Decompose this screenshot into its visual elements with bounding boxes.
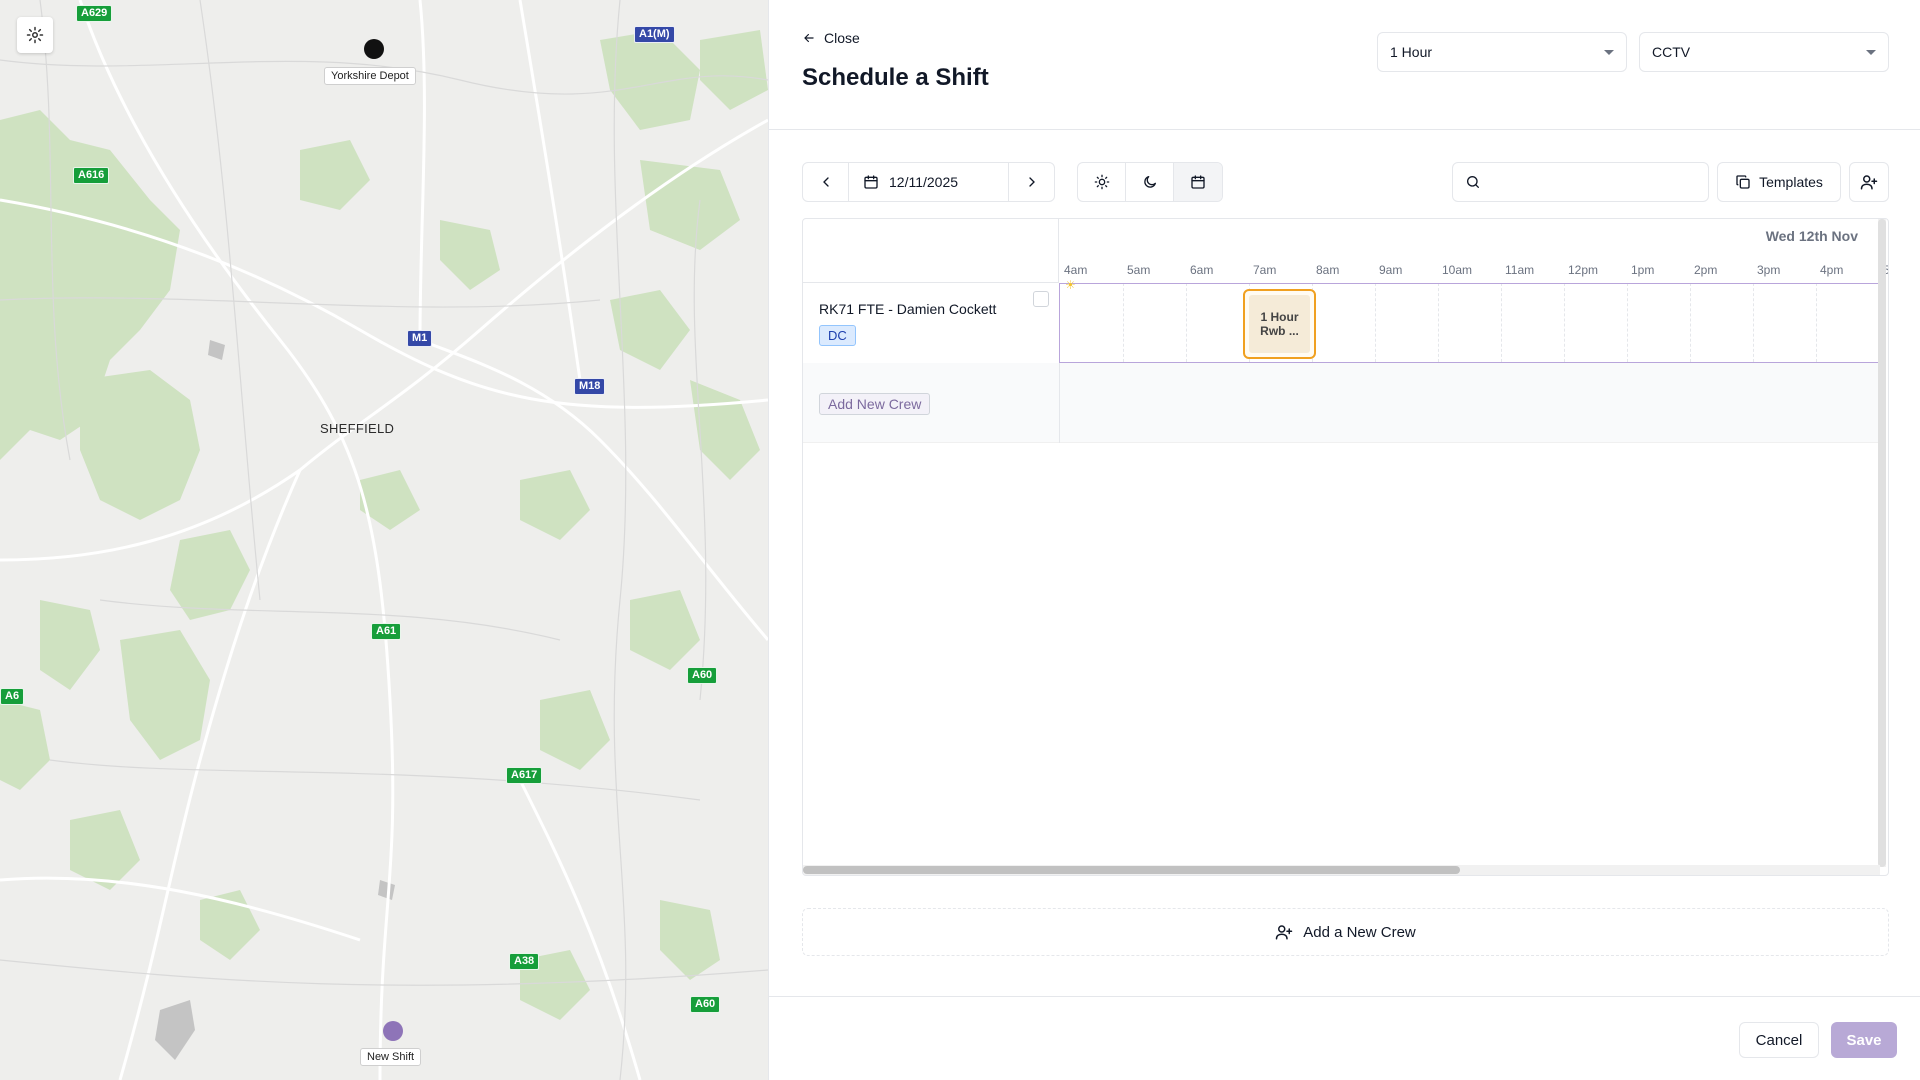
vertical-scrollbar[interactable] — [1878, 219, 1886, 867]
city-label-sheffield: SHEFFIELD — [320, 421, 395, 436]
date-value: 12/11/2025 — [889, 174, 959, 190]
crew-select-checkbox[interactable] — [1033, 291, 1049, 307]
user-plus-icon — [1860, 175, 1878, 190]
depot-marker[interactable] — [364, 39, 384, 59]
add-new-crew-button[interactable]: Add a New Crew — [802, 908, 1889, 956]
view-mode-toggle — [1077, 162, 1223, 202]
add-new-crew-label: Add a New Crew — [1303, 923, 1416, 941]
crew-name: RK71 FTE - Damien Cockett — [819, 301, 997, 317]
shift-name-label: Rwb ... — [1260, 324, 1299, 338]
timeline-hour-label: 6am — [1190, 263, 1214, 277]
timeline-hour-label: 8am — [1316, 263, 1340, 277]
calendar-icon — [1191, 175, 1205, 189]
date-navigator: 12/11/2025 — [802, 162, 1055, 202]
shift-timeline[interactable]: Wed 12th Nov 4am 5am 6am 7am 8am 9am 10am 11am 1… — [802, 218, 1889, 876]
timeline-hour-label: 3pm — [1757, 263, 1781, 277]
moon-icon — [1143, 176, 1156, 188]
timeline-hour-label: 4pm — [1820, 263, 1844, 277]
chevron-down-icon — [1604, 50, 1614, 55]
map[interactable]: A629 A1(M) A616 M1 M18 A61 A60 A6 A617 A… — [0, 0, 768, 1080]
crew-row-track[interactable] — [1059, 283, 1880, 363]
shift-duration-label: 1 Hour — [1260, 310, 1299, 324]
depot-marker-label: Yorkshire Depot — [324, 67, 416, 85]
sun-icon — [1094, 174, 1109, 190]
road-label-a616: A616 — [73, 167, 110, 184]
calendar-icon — [864, 175, 878, 189]
sunrise-icon: ☀ — [1065, 278, 1076, 292]
crew-search[interactable] — [1452, 162, 1709, 202]
shift-type-select-value: CCTV — [1652, 44, 1691, 60]
night-view-button[interactable] — [1126, 163, 1174, 201]
copy-icon — [1736, 175, 1750, 189]
calendar-view-button[interactable] — [1174, 163, 1222, 201]
close-button[interactable]: Close — [802, 30, 860, 46]
timeline-hour-label: 12pm — [1568, 263, 1599, 277]
timeline-header-left — [803, 219, 1059, 283]
templates-button[interactable]: Templates — [1717, 162, 1841, 202]
arrow-left-icon — [804, 33, 814, 43]
map-settings-button[interactable] — [17, 17, 53, 53]
timeline-hour-label: 7am — [1253, 263, 1277, 277]
save-button[interactable]: Save — [1831, 1022, 1897, 1058]
road-label-a617: A617 — [506, 767, 543, 784]
timeline-hour-label: 1pm — [1631, 263, 1655, 277]
chevron-down-icon — [1866, 50, 1876, 55]
shift-block-content: 1 Hour Rwb ... — [1249, 295, 1310, 353]
road-label-a60-top: A60 — [687, 667, 718, 684]
timeline-hour-label: 11am — [1505, 263, 1535, 277]
road-label-a60-bottom: A60 — [690, 996, 721, 1013]
road-label-a6: A6 — [0, 688, 25, 705]
cancel-button[interactable]: Cancel — [1739, 1022, 1819, 1058]
new-shift-marker[interactable] — [383, 1021, 403, 1041]
add-crew-row — [803, 363, 1880, 443]
previous-day-button[interactable] — [803, 163, 849, 201]
panel-header: Close Schedule a Shift 1 Hour CCTV — [769, 0, 1920, 130]
add-user-button[interactable] — [1849, 162, 1889, 202]
road-label-m18: M18 — [574, 378, 606, 395]
schedule-shift-panel: Close Schedule a Shift 1 Hour CCTV 12/11… — [768, 0, 1920, 1080]
timeline-hour-label: 9am — [1379, 263, 1403, 277]
shift-type-select[interactable]: CCTV — [1639, 32, 1889, 72]
chevron-left-icon — [822, 177, 829, 187]
gear-icon — [26, 26, 44, 44]
road-label-a1m: A1(M) — [634, 26, 675, 43]
road-label-m1: M1 — [407, 330, 433, 347]
timeline-hour-label: 5am — [1127, 263, 1151, 277]
duration-select[interactable]: 1 Hour — [1377, 32, 1627, 72]
road-label-a61: A61 — [371, 623, 402, 640]
horizontal-scrollbar[interactable] — [803, 865, 1880, 875]
duration-select-value: 1 Hour — [1390, 44, 1433, 60]
timeline-day-label: Wed 12th Nov — [1765, 228, 1858, 244]
search-input[interactable] — [1489, 174, 1689, 190]
day-view-button[interactable] — [1078, 163, 1126, 201]
templates-label: Templates — [1759, 174, 1823, 190]
vertical-scrollbar-thumb[interactable] — [1878, 219, 1886, 867]
add-new-crew-inline-button[interactable]: Add New Crew — [819, 393, 931, 415]
new-shift-marker-label: New Shift — [360, 1048, 422, 1066]
crew-initials-badge: DC — [819, 325, 856, 346]
timeline-hour-label: 2pm — [1694, 263, 1718, 277]
search-icon — [1467, 176, 1479, 188]
road-label-a629: A629 — [76, 5, 113, 22]
column-divider — [1059, 363, 1060, 443]
map-background — [0, 0, 768, 1080]
users-plus-icon — [1275, 925, 1293, 940]
date-picker[interactable]: 12/11/2025 — [849, 163, 1009, 201]
page-title: Schedule a Shift — [802, 64, 989, 91]
road-label-a38: A38 — [509, 953, 540, 970]
shift-block[interactable]: 1 Hour Rwb ... — [1243, 289, 1316, 359]
close-label: Close — [824, 30, 860, 46]
next-day-button[interactable] — [1009, 163, 1054, 201]
timeline-hour-label: 10am — [1442, 263, 1473, 277]
horizontal-scrollbar-thumb[interactable] — [803, 866, 1460, 874]
chevron-right-icon — [1028, 177, 1035, 187]
timeline-hour-label: 4am — [1064, 263, 1088, 277]
